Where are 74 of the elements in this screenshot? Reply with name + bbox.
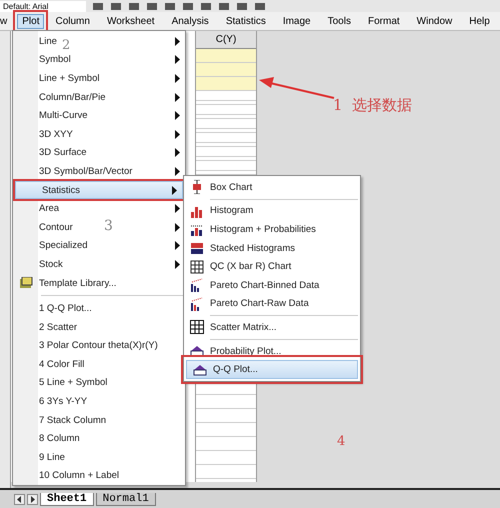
menu-item[interactable]: 10 Column + Label xyxy=(39,470,120,482)
menu-item[interactable]: Symbol xyxy=(39,54,71,66)
table-cell[interactable] xyxy=(196,49,256,63)
menu-item[interactable]: Contour xyxy=(39,222,73,233)
menu-item[interactable]: Statistics xyxy=(15,180,183,200)
menu-item[interactable]: 3 Polar Contour theta(X)r(Y) xyxy=(39,340,158,352)
toolbar-icon xyxy=(236,3,248,12)
menu-item[interactable]: Line xyxy=(39,36,57,47)
scroll-right-icon xyxy=(27,494,38,504)
menu-item[interactable]: Stacked Histograms xyxy=(210,242,296,254)
column-header[interactable]: C(Y) xyxy=(196,31,256,49)
table-cell[interactable] xyxy=(196,77,256,91)
bar-chart-icon xyxy=(190,241,204,256)
menu-item[interactable]: Histogram xyxy=(210,205,254,216)
toolbar-icon xyxy=(218,3,230,12)
annotation-label: 2 xyxy=(62,38,70,53)
menu-item[interactable]: 9 Line xyxy=(39,452,65,463)
menu-item[interactable]: 5 Line + Symbol xyxy=(39,377,108,388)
menu-item[interactable]: Probability Plot... xyxy=(210,346,282,357)
bar-chart-icon xyxy=(190,296,204,311)
menu-item[interactable]: Column/Bar/Pie xyxy=(39,92,106,103)
menu-item[interactable]: Statistics xyxy=(220,14,272,28)
menu-item[interactable]: 8 Column xyxy=(39,433,80,444)
toolbar-icon xyxy=(182,3,194,12)
menu-item[interactable]: Pareto Chart-Raw Data xyxy=(210,298,309,310)
menu-item[interactable]: Stock xyxy=(39,258,63,270)
annotation-label: 3 xyxy=(104,218,113,234)
menu-item[interactable]: Line + Symbol xyxy=(39,72,100,84)
menu-item[interactable]: Area xyxy=(39,203,60,214)
menu-item[interactable]: Multi-Curve xyxy=(39,110,88,122)
menu-item[interactable]: 3D Symbol/Bar/Vector xyxy=(39,166,132,177)
menu-item[interactable]: 4 Color Fill xyxy=(39,358,84,370)
menu-item[interactable]: 6 3Ys Y-YY xyxy=(39,396,88,408)
sheet-tab[interactable]: Normal1 xyxy=(96,492,156,506)
bar-chart-icon xyxy=(190,278,204,292)
toolbar-icon xyxy=(92,3,104,12)
plot-icon xyxy=(193,362,207,377)
menu-item[interactable]: Histogram + Probabilities xyxy=(210,224,316,235)
menu-item[interactable]: Scatter Matrix... xyxy=(210,322,277,333)
menu-item[interactable]: Box Chart xyxy=(210,182,252,193)
toolbar-icon xyxy=(128,3,140,12)
menu-item[interactable]: Template Library... xyxy=(39,278,116,289)
menu-item[interactable]: Tools xyxy=(322,14,357,28)
menu-item[interactable]: 3D XYY xyxy=(39,128,73,140)
menu-item[interactable]: Pareto Chart-Binned Data xyxy=(210,280,320,291)
toolbar-icon xyxy=(110,3,122,12)
menu-item[interactable]: Format xyxy=(362,14,406,28)
scroll-left-icon xyxy=(14,494,25,504)
menu-item[interactable]: Help xyxy=(463,14,496,28)
toolbar-icon xyxy=(254,3,266,12)
grid-chart-icon xyxy=(190,260,204,274)
menu-item[interactable]: 1 Q-Q Plot... xyxy=(39,303,92,314)
box-plot-icon xyxy=(190,180,204,194)
toolbar-icon xyxy=(146,3,158,12)
sheet-tab[interactable]: Sheet1 xyxy=(40,492,94,506)
grid-icon xyxy=(190,320,204,334)
menu-item[interactable]: Window xyxy=(410,14,458,28)
menu-item[interactable]: 3D Surface xyxy=(39,147,87,158)
table-cell[interactable] xyxy=(196,63,256,77)
font-field[interactable]: Default: Arial xyxy=(0,1,86,12)
menu-item[interactable]: Specialized xyxy=(39,240,88,252)
toolbar-icon xyxy=(200,3,212,12)
annotation-label: 4 xyxy=(337,434,346,449)
menu-item[interactable]: Worksheet xyxy=(100,14,161,28)
toolbar-icon xyxy=(164,3,176,12)
menu-item[interactable]: QC (X bar R) Chart xyxy=(210,261,292,272)
menu-item[interactable]: 2 Scatter xyxy=(39,322,78,333)
menu-item[interactable]: Column xyxy=(49,14,96,28)
menu-item[interactable]: Image xyxy=(276,14,317,28)
annotation-label: 1 选择数据 xyxy=(333,96,412,115)
menu-item[interactable]: Analysis xyxy=(166,14,215,28)
stack-icon xyxy=(19,277,33,290)
menu-item[interactable]: w xyxy=(0,14,14,28)
menu-item[interactable]: 7 Stack Column xyxy=(39,414,106,426)
